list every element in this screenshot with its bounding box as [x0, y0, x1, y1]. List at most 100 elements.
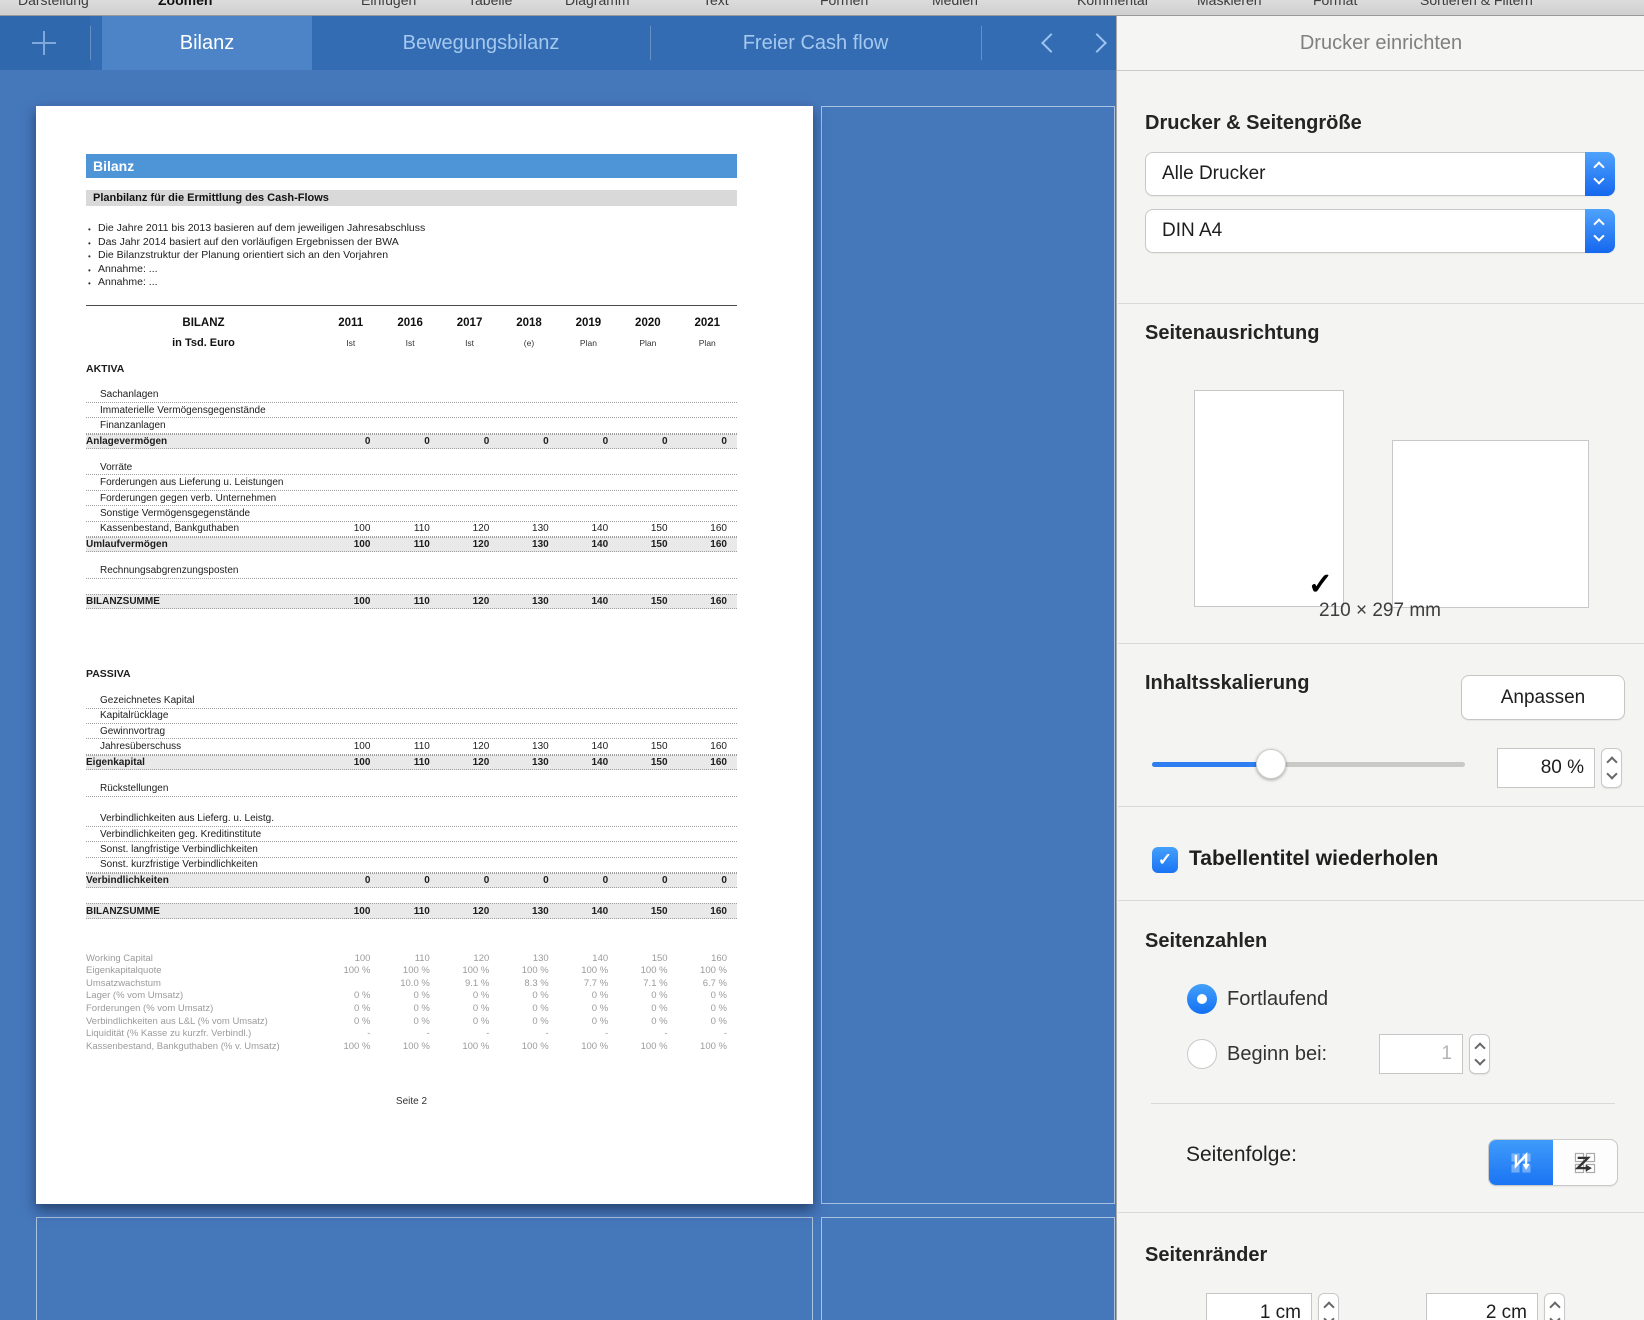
stats-value: 10.0 % — [380, 978, 439, 989]
margin-left-field[interactable]: 1 cm — [1206, 1293, 1312, 1320]
table-row: Anlagevermögen0000000 — [86, 434, 737, 449]
begin-at-radio-label[interactable]: Beginn bei: — [1227, 1043, 1327, 1066]
row-label: PASSIVA — [86, 668, 321, 680]
begin-at-field[interactable]: 1 — [1379, 1034, 1463, 1074]
continuous-radio[interactable] — [1187, 984, 1217, 1014]
select-stepper-icon — [1585, 152, 1615, 196]
document-page[interactable]: Bilanz Planbilanz für die Ermittlung des… — [36, 106, 813, 1204]
stats-value: 0 % — [321, 990, 380, 1001]
begin-at-radio[interactable] — [1187, 1039, 1217, 1069]
year-header-cell: 2019 — [559, 317, 618, 329]
table-gap-row — [86, 888, 737, 903]
table-row: BILANZSUMME100110120130140150160 — [86, 594, 737, 609]
stats-value: 100 % — [380, 1041, 439, 1052]
table-row: Jahresüberschuss100110120130140150160 — [86, 739, 737, 754]
scaling-stepper[interactable] — [1601, 748, 1622, 788]
menu-item[interactable]: Tabelle — [468, 0, 512, 8]
table-year-header: BILANZ 2011201620172018201920202021 — [86, 311, 737, 335]
year-type-cell: Plan — [618, 338, 677, 348]
page-order-vertical-button[interactable] — [1489, 1140, 1553, 1185]
row-label: BILANZSUMME — [86, 596, 321, 607]
menu-item[interactable]: Format — [1313, 0, 1357, 8]
divider — [1118, 900, 1644, 901]
stats-label: Liquidität (% Kasse zu kurzfr. Verbindl.… — [86, 1028, 321, 1039]
row-value: 120 — [440, 906, 499, 917]
stats-value: 0 % — [559, 1016, 618, 1027]
paper-size-select-value: DIN A4 — [1162, 220, 1222, 241]
repeat-table-titles-checkbox[interactable]: ✓ — [1152, 847, 1178, 873]
stats-value: 6.7 % — [678, 978, 737, 989]
fit-button[interactable]: Anpassen — [1461, 675, 1625, 720]
row-value: 160 — [678, 523, 737, 534]
menu-item[interactable]: Sortieren & Filtern — [1420, 0, 1533, 8]
check-icon: ✓ — [1308, 567, 1333, 602]
table-row: Gezeichnetes Kapital — [86, 693, 737, 708]
stats-value: 9.1 % — [440, 978, 499, 989]
menu-item[interactable]: Zoomen — [158, 0, 212, 8]
margin-right-stepper[interactable] — [1544, 1293, 1565, 1320]
row-value: 0 — [499, 436, 558, 447]
row-value: 150 — [618, 741, 677, 752]
stats-value: 0 % — [559, 990, 618, 1001]
row-value: 150 — [618, 523, 677, 534]
repeat-table-titles-label[interactable]: Tabellentitel wiederholen — [1189, 847, 1438, 871]
tab-bilanz[interactable]: Bilanz — [102, 16, 312, 70]
stats-value: 0 % — [678, 1003, 737, 1014]
scaling-value-field[interactable]: 80 % — [1497, 748, 1595, 788]
stats-value: 7.7 % — [559, 978, 618, 989]
menu-item[interactable]: Einfügen — [361, 0, 416, 8]
printer-select[interactable]: Alle Drucker — [1145, 152, 1615, 196]
next-sheet-icon[interactable] — [1087, 33, 1107, 53]
table-row: Rechnungsabgrenzungsposten — [86, 563, 737, 578]
row-label: BILANZSUMME — [86, 906, 321, 917]
tab-bewegungsbilanz[interactable]: Bewegungsbilanz — [312, 16, 650, 70]
menu-item[interactable]: Kommentar — [1077, 0, 1149, 8]
orientation-portrait-option[interactable]: ✓ — [1194, 390, 1344, 607]
orientation-landscape-option[interactable] — [1392, 440, 1589, 608]
sheet-canvas[interactable]: Bilanz Planbilanz für die Ermittlung des… — [0, 70, 1116, 1320]
menu-item[interactable]: Diagramm — [565, 0, 630, 8]
menu-item[interactable]: Formen — [820, 0, 868, 8]
stats-value: 0 % — [499, 1016, 558, 1027]
margin-left-stepper[interactable] — [1318, 1293, 1339, 1320]
stats-value: 100 % — [559, 965, 618, 976]
stats-label: Umsatzwachstum — [86, 978, 321, 989]
stats-value: 0 % — [678, 990, 737, 1001]
page-order-horizontal-button[interactable] — [1553, 1140, 1617, 1185]
row-label: Sonst. langfristige Verbindlichkeiten — [86, 844, 321, 855]
divider — [1118, 643, 1644, 644]
table-gap-row — [86, 552, 737, 563]
divider — [1118, 303, 1644, 304]
stats-value: 0 % — [618, 1003, 677, 1014]
row-value: 160 — [678, 596, 737, 607]
menu-item[interactable]: Text — [703, 0, 729, 8]
row-value: 150 — [618, 596, 677, 607]
stats-value: 100 % — [321, 965, 380, 976]
paper-size-select[interactable]: DIN A4 — [1145, 209, 1615, 253]
tab-freier-cash-flow[interactable]: Freier Cash flow — [650, 16, 981, 70]
margin-right-field[interactable]: 2 cm — [1426, 1293, 1538, 1320]
row-value: 140 — [559, 757, 618, 768]
menu-item[interactable]: Darstellung — [18, 0, 89, 8]
menu-item[interactable]: Maskieren — [1197, 0, 1262, 8]
menu-item[interactable]: Medien — [932, 0, 978, 8]
stats-value: 150 — [618, 953, 677, 964]
row-label: Vorräte — [86, 462, 321, 473]
row-label: Gezeichnetes Kapital — [86, 695, 321, 706]
stats-label: Kassenbestand, Bankguthaben (% v. Umsatz… — [86, 1041, 321, 1052]
toolbar: Darstellung Zoomen Einfügen Tabelle Diagramm… — [0, 0, 1644, 16]
year-type-cell: Ist — [440, 338, 499, 348]
scaling-slider[interactable] — [1152, 762, 1465, 767]
add-sheet-button[interactable] — [0, 16, 90, 70]
stats-value: 100 % — [618, 965, 677, 976]
page-outline — [36, 1217, 813, 1320]
table-gap-row — [86, 377, 737, 388]
year-header-cell: 2021 — [678, 317, 737, 329]
prev-sheet-icon[interactable] — [1041, 33, 1061, 53]
continuous-radio-label[interactable]: Fortlaufend — [1227, 988, 1328, 1011]
row-label: Forderungen gegen verb. Unternehmen — [86, 493, 321, 504]
row-value: 110 — [380, 523, 439, 534]
begin-at-stepper[interactable] — [1469, 1034, 1490, 1074]
row-label: AKTIVA — [86, 363, 321, 375]
slider-thumb[interactable] — [1256, 749, 1286, 779]
